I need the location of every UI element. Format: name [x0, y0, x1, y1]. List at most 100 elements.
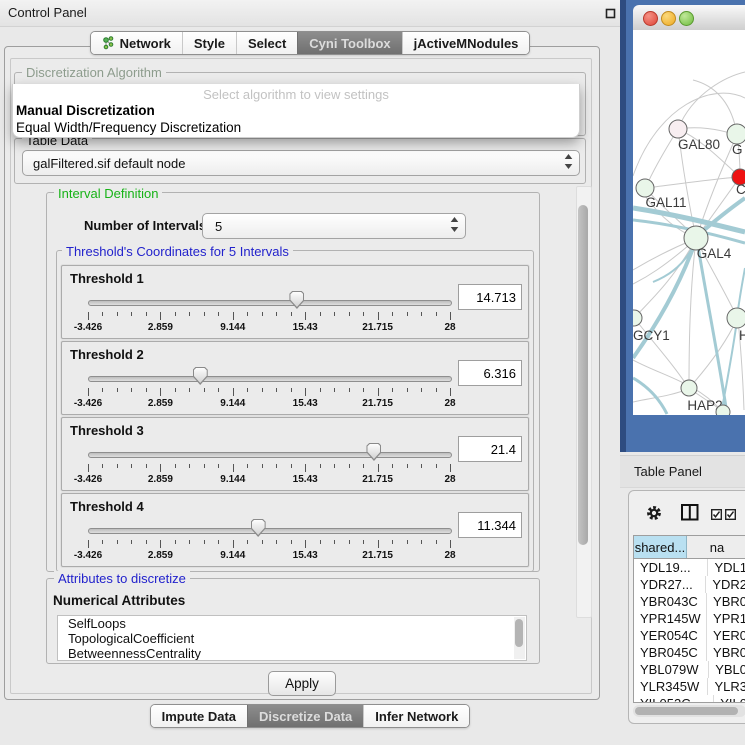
slider-tick	[276, 540, 277, 544]
tab-select[interactable]: Select	[236, 32, 297, 54]
threshold-slider[interactable]: -3.4262.8599.14415.4321.71528	[88, 518, 450, 564]
network-node[interactable]	[681, 380, 697, 396]
node-attribute-table[interactable]: shared...na YDL19...YDL1YDR27...YDR2YBR0…	[633, 535, 745, 703]
panel-scrollbar-thumb[interactable]	[578, 205, 588, 545]
slider-tick-label: 21.715	[362, 474, 393, 485]
table-row[interactable]: YER054CYER0	[634, 627, 745, 644]
checkbox-icon[interactable]	[711, 507, 722, 525]
network-node[interactable]	[669, 120, 687, 138]
network-edge[interactable]	[678, 72, 745, 129]
table-row[interactable]: YBR045CYBR0	[634, 644, 745, 661]
apply-button[interactable]: Apply	[268, 671, 336, 696]
tab-network[interactable]: Network	[91, 32, 182, 54]
threshold-slider[interactable]: -3.4262.8599.14415.4321.71528	[88, 290, 450, 336]
slider-tick	[450, 388, 451, 396]
slider-tick	[392, 312, 393, 316]
number-of-intervals-combobox[interactable]: 5	[202, 213, 466, 239]
network-edge[interactable]	[646, 177, 739, 188]
slider-track[interactable]	[88, 452, 452, 458]
table-row[interactable]: YBL079WYBL0	[634, 661, 745, 678]
numerical-attribute-item[interactable]: TopologicalCoefficient	[58, 631, 526, 646]
slider-thumb[interactable]	[366, 443, 381, 461]
network-edge[interactable]	[689, 239, 696, 387]
threshold-row: Threshold 4-3.4262.8599.14415.4321.71528	[61, 493, 529, 567]
slider-tick-label: 28	[444, 550, 455, 561]
slider-thumb[interactable]	[251, 519, 266, 537]
slider-tick-label: 9.144	[220, 322, 245, 333]
slider-tick-label: 15.43	[293, 474, 318, 485]
gear-icon[interactable]	[645, 504, 663, 527]
slider-tick	[117, 540, 118, 544]
table-data-combobox[interactable]: galFiltered.sif default node	[22, 150, 580, 176]
tab-infer-network[interactable]: Infer Network	[363, 705, 469, 727]
tab-jactivemnodules[interactable]: jActiveMNodules	[402, 32, 530, 54]
tab-cyni-toolbox[interactable]: Cyni Toolbox	[297, 32, 401, 54]
network-window-titlebar[interactable]	[633, 5, 745, 31]
slider-track[interactable]	[88, 376, 452, 382]
minimize-window-icon[interactable]	[661, 11, 676, 26]
numerical-attribute-item[interactable]: SelfLoops	[58, 616, 526, 631]
slider-thumb[interactable]	[289, 291, 304, 309]
slider-tick	[247, 464, 248, 468]
network-edge[interactable]	[697, 240, 727, 414]
split-view-icon[interactable]	[681, 504, 699, 526]
slider-tick	[175, 464, 176, 468]
table-hscrollbar-track[interactable]	[633, 705, 745, 717]
slider-track[interactable]	[88, 528, 452, 534]
network-node[interactable]	[727, 308, 745, 328]
network-edge[interactable]	[646, 129, 678, 187]
table-row[interactable]: YPR145WYPR1	[634, 610, 745, 627]
table-header-row: shared...na	[634, 536, 745, 559]
threshold-slider[interactable]: -3.4262.8599.14415.4321.71528	[88, 366, 450, 412]
table-row[interactable]: YIL052CYIL0	[634, 695, 745, 703]
threshold-row: Threshold 1-3.4262.8599.14415.4321.71528	[61, 265, 529, 339]
network-icon	[102, 36, 115, 50]
slider-tick	[320, 312, 321, 316]
slider-tick	[407, 464, 408, 468]
network-node[interactable]	[716, 405, 730, 415]
network-edge[interactable]	[633, 389, 688, 402]
algorithm-option[interactable]: Equal Width/Frequency Discretization	[13, 119, 579, 136]
table-row[interactable]: YDL19...YDL1	[634, 559, 745, 576]
slider-tick	[392, 388, 393, 392]
table-row[interactable]: YDR27...YDR2	[634, 576, 745, 593]
threshold-value-field[interactable]	[458, 436, 522, 462]
threshold-slider[interactable]: -3.4262.8599.14415.4321.71528	[88, 442, 450, 488]
float-icon[interactable]	[604, 7, 617, 20]
network-canvas[interactable]: GAL80GCGAL11GAL4GCY1HHAP2	[633, 30, 745, 415]
discretization-algorithm-label: Discretization Algorithm	[22, 65, 166, 80]
slider-tick	[247, 388, 248, 392]
zoom-window-icon[interactable]	[679, 11, 694, 26]
tab-discretize-data[interactable]: Discretize Data	[247, 705, 363, 727]
slider-tick	[421, 540, 422, 544]
table-row[interactable]: YLR345WYLR3	[634, 678, 745, 695]
network-node[interactable]	[633, 310, 642, 326]
table-hscrollbar-thumb[interactable]	[635, 707, 738, 715]
slider-thumb[interactable]	[193, 367, 208, 385]
threshold-value-field[interactable]	[458, 512, 522, 538]
slider-tick	[88, 312, 89, 320]
table-cell: YPR145W	[634, 610, 707, 627]
slider-tick	[378, 540, 379, 548]
table-column-header[interactable]: shared...	[634, 536, 687, 558]
stepper-arrows-icon	[564, 154, 573, 172]
threshold-value-field[interactable]	[458, 284, 522, 310]
slider-tick	[421, 312, 422, 316]
close-window-icon[interactable]	[643, 11, 658, 26]
threshold-value-field[interactable]	[458, 360, 522, 386]
tab-style[interactable]: Style	[182, 32, 236, 54]
tab-impute-data[interactable]: Impute Data	[151, 705, 247, 727]
slider-tick-label: 15.43	[293, 322, 318, 333]
algorithm-option[interactable]: Manual Discretization	[13, 102, 579, 119]
table-row[interactable]: YBR043CYBR0	[634, 593, 745, 610]
slider-tick	[392, 464, 393, 468]
network-node[interactable]	[727, 124, 745, 144]
table-column-header[interactable]: na	[687, 536, 745, 558]
slider-tick	[218, 388, 219, 392]
slider-track[interactable]	[88, 300, 452, 306]
attributes-list-scrollbar[interactable]	[514, 617, 525, 659]
numerical-attributes-list[interactable]: SelfLoopsTopologicalCoefficientBetweenne…	[57, 615, 527, 661]
numerical-attribute-item[interactable]: BetweennessCentrality	[58, 646, 526, 661]
checkbox-icon[interactable]	[725, 507, 736, 525]
table-cell: YLR345W	[634, 678, 708, 695]
